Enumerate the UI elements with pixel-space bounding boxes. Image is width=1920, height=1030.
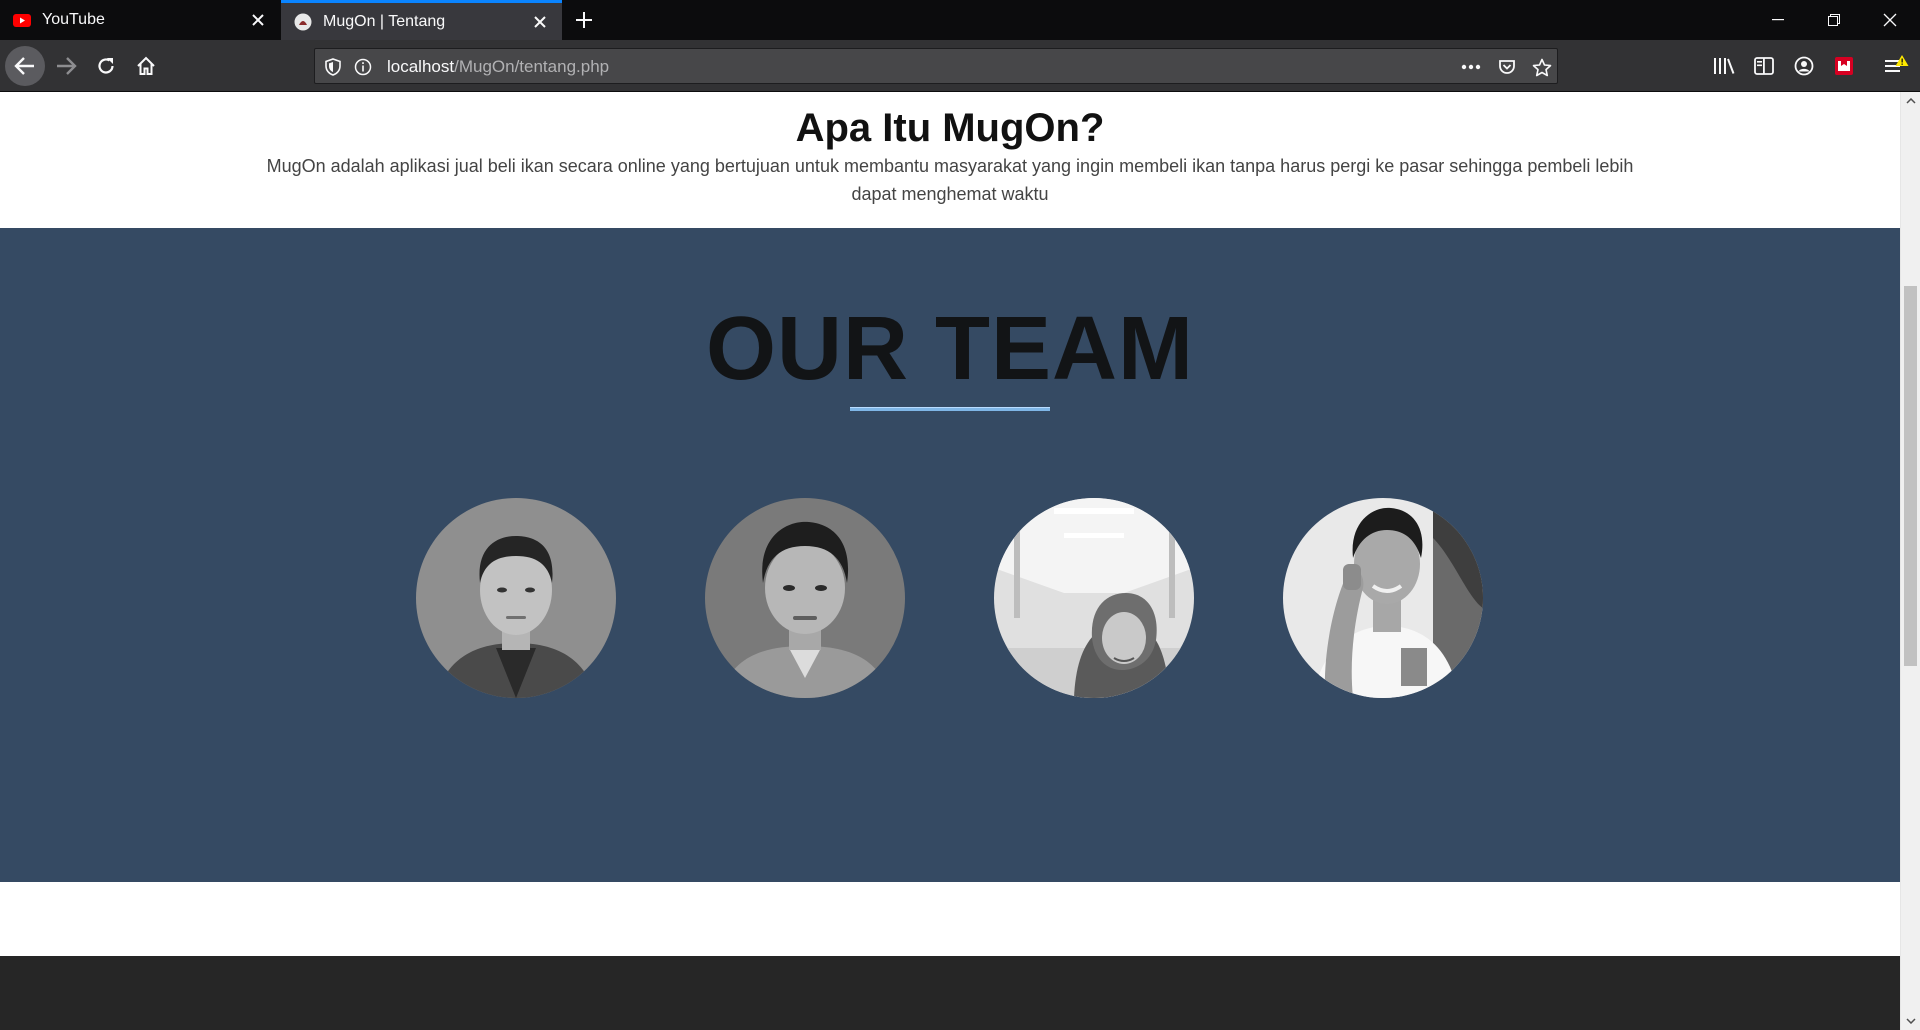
reload-icon	[98, 58, 114, 74]
site-info-icon[interactable]	[352, 56, 374, 78]
tab-strip: YouTube MugOn | Tentang	[0, 0, 1920, 40]
close-icon	[1883, 13, 1897, 27]
page-scrollbar[interactable]	[1900, 92, 1920, 1030]
page-content: Apa Itu MugOn? MugOn adalah aplikasi jua…	[0, 92, 1900, 1030]
menu-button[interactable]	[1880, 50, 1912, 82]
scroll-down-icon[interactable]	[1901, 1012, 1920, 1030]
arrow-left-icon	[14, 57, 34, 75]
restore-icon	[1828, 14, 1840, 26]
extension-button[interactable]	[1828, 50, 1860, 82]
about-description: MugOn adalah aplikasi jual beli ikan sec…	[266, 156, 1634, 204]
close-window-button[interactable]	[1862, 0, 1918, 40]
library-button[interactable]	[1708, 50, 1740, 82]
sidebar-icon	[1754, 57, 1774, 75]
back-button[interactable]	[5, 46, 45, 86]
restore-button[interactable]	[1806, 0, 1862, 40]
youtube-icon	[12, 10, 32, 30]
about-heading: Apa Itu MugOn?	[795, 106, 1105, 150]
reload-button[interactable]	[86, 46, 126, 86]
team-member-photo-1	[416, 498, 616, 698]
team-member-photo-4	[1283, 498, 1483, 698]
arrow-right-icon	[57, 57, 77, 75]
team-heading: OUR TEAM	[706, 299, 1194, 399]
plus-icon	[576, 12, 592, 28]
mugon-favicon	[293, 12, 313, 32]
close-tab-icon[interactable]	[528, 10, 552, 34]
hamburger-menu-icon	[1885, 55, 1909, 72]
team-member-photo-2	[705, 498, 905, 698]
extension-icon	[1835, 57, 1853, 75]
team-member-photo-3	[994, 498, 1194, 698]
scrollbar-thumb[interactable]	[1904, 286, 1917, 666]
tracking-protection-icon[interactable]	[322, 56, 344, 78]
address-bar[interactable]: localhost/MugOn/tentang.php	[314, 48, 1558, 84]
account-button[interactable]	[1788, 50, 1820, 82]
scroll-up-icon[interactable]	[1901, 92, 1920, 110]
home-icon	[137, 56, 155, 75]
account-icon	[1794, 56, 1814, 76]
new-tab-button[interactable]	[570, 6, 598, 34]
home-button[interactable]	[126, 46, 166, 86]
tab-title: YouTube	[42, 11, 105, 28]
minimize-button[interactable]	[1750, 0, 1806, 40]
team-heading-underline	[850, 407, 1050, 411]
url-host: localhost	[387, 57, 455, 76]
page-actions-icon[interactable]	[1460, 56, 1482, 78]
sidebar-button[interactable]	[1748, 50, 1780, 82]
library-icon	[1714, 58, 1735, 74]
close-tab-icon[interactable]	[246, 8, 270, 32]
url-path: /MugOn/tentang.php	[454, 57, 610, 76]
tab-youtube[interactable]: YouTube	[0, 0, 280, 40]
forward-button[interactable]	[46, 46, 86, 86]
pocket-icon[interactable]	[1496, 56, 1518, 78]
bookmark-star-icon[interactable]	[1531, 56, 1553, 78]
minimize-icon	[1772, 19, 1784, 21]
navigation-toolbar: localhost/MugOn/tentang.php	[0, 40, 1920, 92]
url-text: localhost/MugOn/tentang.php	[387, 57, 609, 77]
tab-mugon-tentang[interactable]: MugOn | Tentang	[281, 0, 562, 40]
team-section: OUR TEAM	[0, 228, 1900, 882]
page-footer	[0, 956, 1900, 1030]
tab-title: MugOn | Tentang	[323, 12, 446, 30]
